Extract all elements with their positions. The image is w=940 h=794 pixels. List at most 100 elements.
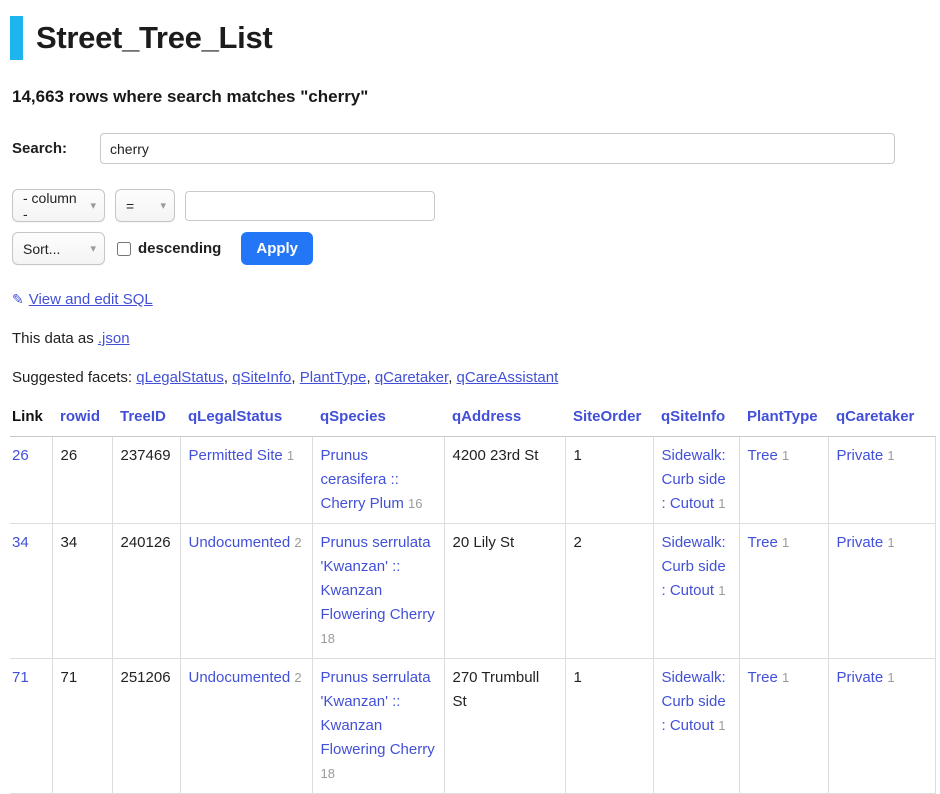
column-header-qspecies[interactable]: qSpecies [312,403,444,437]
column-sort-link[interactable]: qSiteInfo [661,408,725,425]
data-as-text: This data as [12,330,94,347]
cell-treeid: 237469 [112,437,180,524]
cell-qcaretaker: Private 1 [828,659,935,794]
column-select-value: - column - [23,190,84,222]
cell-link[interactable]: Prunus cerasifera :: Cherry Plum [321,447,404,512]
descending-checkbox[interactable] [117,242,131,256]
sort-row: Sort... ▾ descending Apply [12,232,940,265]
facet-count: 1 [782,535,789,550]
cell-treeid: 251206 [112,659,180,794]
cell-link[interactable]: Tree [748,447,778,464]
column-header-qaddress[interactable]: qAddress [444,403,565,437]
facet-count: 1 [287,448,294,463]
facet-count: 18 [321,631,335,646]
chevron-down-icon: ▾ [90,242,96,255]
facet-link-qlegalstatus[interactable]: qLegalStatus [136,369,224,386]
cell-link[interactable]: Undocumented [189,534,291,551]
operator-select-value: = [126,198,134,214]
view-edit-sql-link[interactable]: View and edit SQL [29,291,153,308]
sort-select[interactable]: Sort... ▾ [12,232,105,265]
cell-qaddress: 4200 23rd St [444,437,565,524]
column-header-link: Link [10,403,52,437]
column-sort-link[interactable]: SiteOrder [573,408,641,425]
cell-qcaretaker: Private 1 [828,524,935,659]
cell-link[interactable]: Sidewalk: Curb side : Cutout [662,669,726,734]
column-header-qcaretaker[interactable]: qCaretaker [828,403,935,437]
cell-link[interactable]: Sidewalk: Curb side : Cutout [662,534,726,599]
column-header-qsiteinfo[interactable]: qSiteInfo [653,403,739,437]
cell-planttype: Tree 1 [739,524,828,659]
column-sort-link[interactable]: qCaretaker [836,408,914,425]
chevron-down-icon: ▾ [90,199,96,212]
cell-qsiteinfo: Sidewalk: Curb side : Cutout 1 [653,659,739,794]
column-sort-link[interactable]: qAddress [452,408,521,425]
cell-qsiteinfo: Sidewalk: Curb side : Cutout 1 [653,524,739,659]
column-sort-link[interactable]: qLegalStatus [188,408,282,425]
facet-count: 2 [294,670,301,685]
column-header-planttype[interactable]: PlantType [739,403,828,437]
column-sort-link[interactable]: PlantType [747,408,818,425]
cell-link[interactable]: Private [837,447,884,464]
facet-count: 1 [887,448,894,463]
sort-select-value: Sort... [23,241,60,257]
cell-link[interactable]: Tree [748,669,778,686]
cell-link[interactable]: Permitted Site [189,447,283,464]
cell-link[interactable]: Prunus serrulata 'Kwanzan' :: Kwanzan Fl… [321,534,435,623]
cell-link[interactable]: 34 [12,534,29,551]
sql-link-row: ✎View and edit SQL [12,291,940,308]
cell-qaddress: 20 Lily St [444,524,565,659]
operator-select[interactable]: = ▾ [115,189,175,222]
data-export-row: This data as .json [12,330,940,347]
results-table: Link rowid TreeID qLegalStatus qSpecies qAddr… [10,403,936,794]
suggested-facets-row: Suggested facets: qLegalStatus, qSiteInf… [12,369,940,386]
cell-link[interactable]: Private [837,534,884,551]
table-row: 7171251206Undocumented 2Prunus serrulata… [10,659,935,794]
search-form: Search: [12,133,940,164]
column-header-rowid[interactable]: rowid [52,403,112,437]
facet-count: 1 [887,670,894,685]
cell-link[interactable]: Tree [748,534,778,551]
cell-siteorder: 2 [565,524,653,659]
page-title: Street_Tree_List [10,16,940,60]
facet-link-planttype[interactable]: PlantType [300,369,367,386]
table-row: 2626237469Permitted Site 1Prunus cerasif… [10,437,935,524]
filter-value-input[interactable] [185,191,435,221]
cell-link[interactable]: 26 [12,447,29,464]
facet-link-qcaretaker[interactable]: qCaretaker [375,369,448,386]
column-header-treeid[interactable]: TreeID [112,403,180,437]
apply-button[interactable]: Apply [241,232,313,265]
table-body: 2626237469Permitted Site 1Prunus cerasif… [10,437,935,794]
cell-link[interactable]: Private [837,669,884,686]
facet-count: 1 [718,718,725,733]
cell-link: 34 [10,524,52,659]
column-header-siteorder[interactable]: SiteOrder [565,403,653,437]
cell-qsiteinfo: Sidewalk: Curb side : Cutout 1 [653,437,739,524]
cell-link[interactable]: Prunus serrulata 'Kwanzan' :: Kwanzan Fl… [321,669,435,758]
cell-qlegalstatus: Permitted Site 1 [180,437,312,524]
facet-count: 1 [718,583,725,598]
cell-planttype: Tree 1 [739,659,828,794]
facet-link-qsiteinfo[interactable]: qSiteInfo [232,369,291,386]
cell-qspecies: Prunus serrulata 'Kwanzan' :: Kwanzan Fl… [312,524,444,659]
cell-siteorder: 1 [565,437,653,524]
column-sort-link[interactable]: TreeID [120,408,166,425]
cell-link[interactable]: 71 [12,669,29,686]
chevron-down-icon: ▾ [160,199,166,212]
json-link[interactable]: .json [98,330,130,347]
column-sort-link[interactable]: qSpecies [320,408,386,425]
row-count-summary: 14,663 rows where search matches "cherry… [12,87,940,107]
cell-link[interactable]: Sidewalk: Curb side : Cutout [662,447,726,512]
facet-link-qcareassistant[interactable]: qCareAssistant [457,369,559,386]
suggested-facets-label: Suggested facets: [12,369,132,386]
search-label: Search: [12,140,100,157]
cell-qaddress: 270 Trumbull St [444,659,565,794]
column-select[interactable]: - column - ▾ [12,189,105,222]
table-header-row: Link rowid TreeID qLegalStatus qSpecies qAddr… [10,403,935,437]
cell-qlegalstatus: Undocumented 2 [180,659,312,794]
column-sort-link[interactable]: rowid [60,408,100,425]
cell-rowid: 71 [52,659,112,794]
search-input[interactable] [100,133,895,164]
cell-treeid: 240126 [112,524,180,659]
column-header-qlegalstatus[interactable]: qLegalStatus [180,403,312,437]
cell-link[interactable]: Undocumented [189,669,291,686]
